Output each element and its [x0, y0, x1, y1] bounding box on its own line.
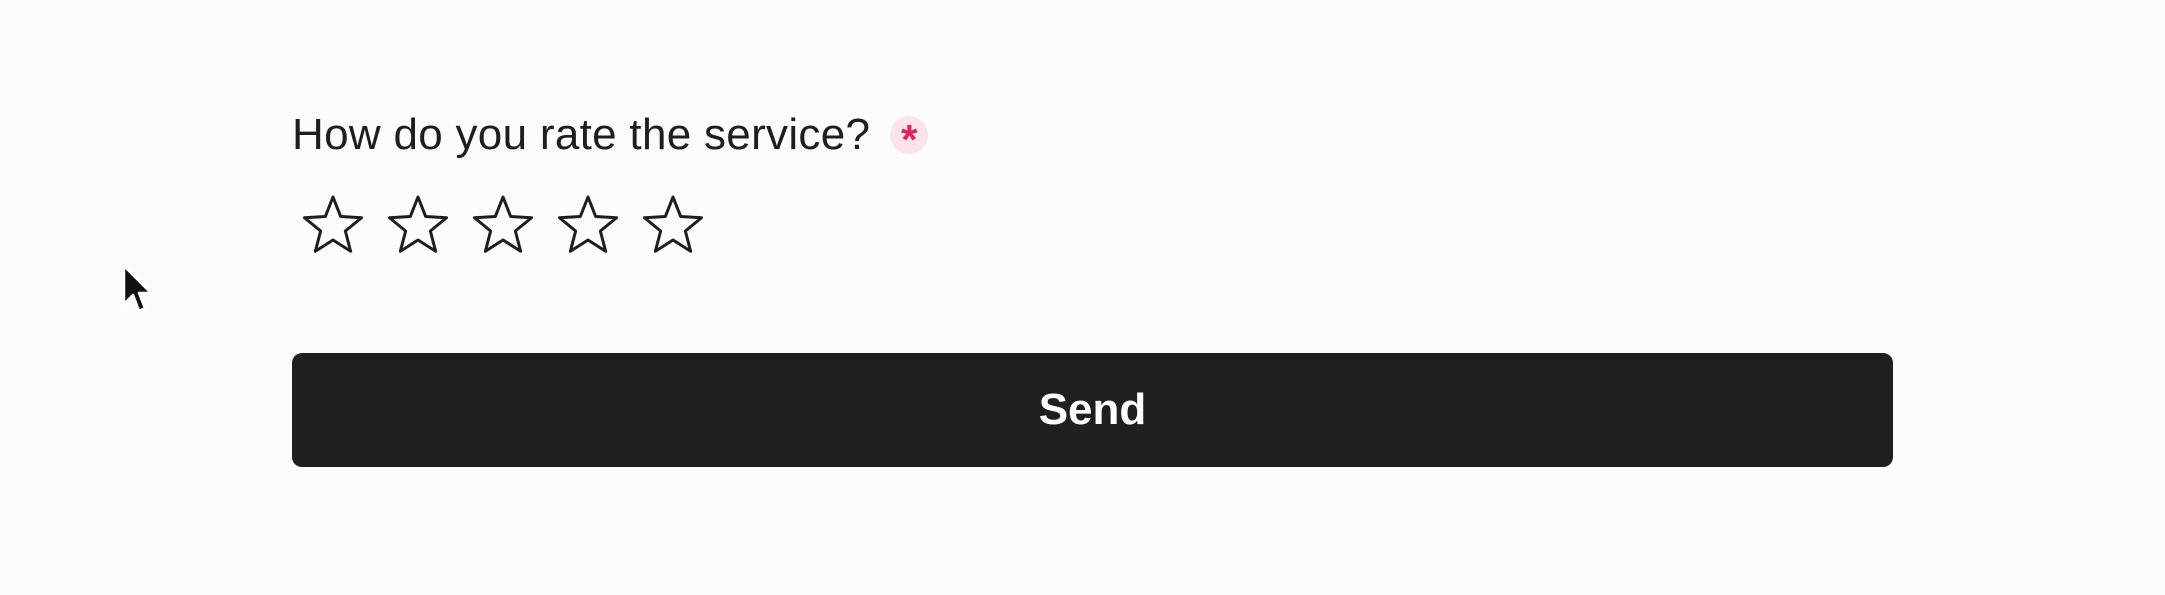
feedback-page: How do you rate the service? * Send [0, 0, 2165, 595]
star-outline-icon [387, 195, 449, 253]
required-asterisk-badge: * [890, 116, 929, 161]
star-outline-icon [557, 195, 619, 253]
star-1-icon[interactable] [300, 192, 366, 258]
star-outline-icon [302, 195, 364, 253]
star-3-icon[interactable] [470, 192, 536, 258]
star-4-icon[interactable] [555, 192, 621, 258]
star-2-icon[interactable] [385, 192, 451, 258]
star-5-icon[interactable] [640, 192, 706, 258]
send-button[interactable]: Send [292, 353, 1893, 467]
star-outline-icon [642, 195, 704, 253]
mouse-pointer-icon [122, 264, 153, 313]
question-label: How do you rate the service? [292, 110, 871, 159]
star-rating [300, 190, 1893, 260]
star-outline-icon [472, 195, 534, 253]
question-row: How do you rate the service? * [292, 100, 1893, 170]
rating-form: How do you rate the service? * Send [292, 100, 1893, 467]
